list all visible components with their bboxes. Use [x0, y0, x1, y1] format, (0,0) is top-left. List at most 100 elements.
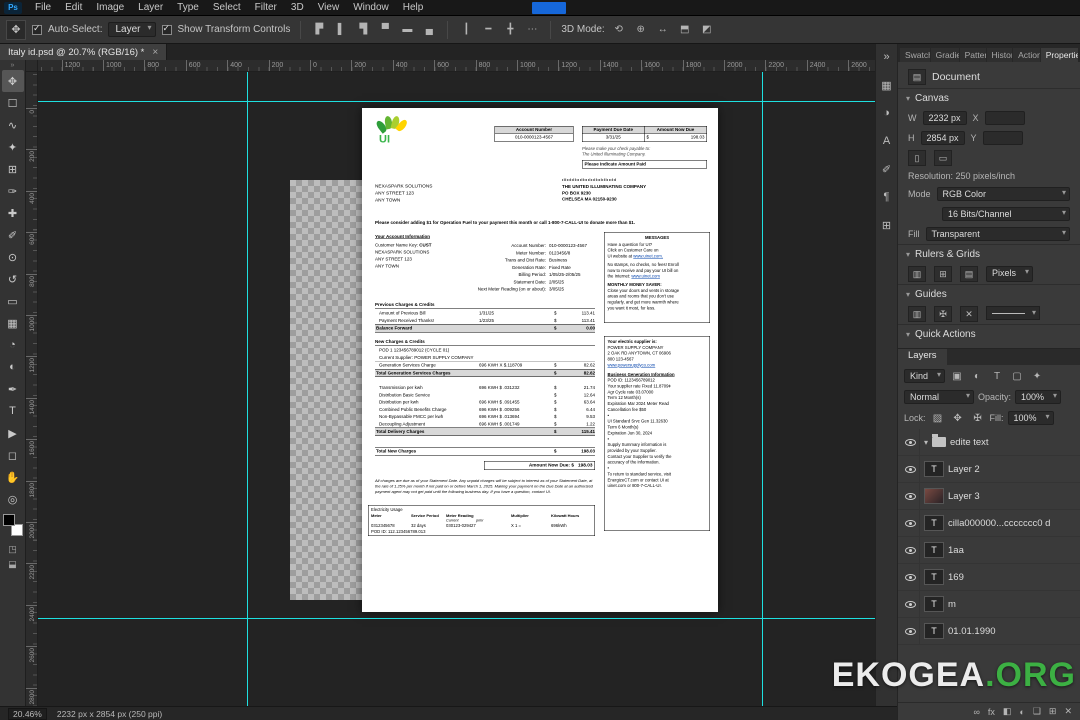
menu-item[interactable]: Layer — [131, 1, 170, 14]
layer-effects-icon[interactable]: fx — [988, 707, 995, 717]
screen-mode-icon[interactable]: ⬓ — [8, 557, 17, 572]
move-tool[interactable]: ✥ — [1, 70, 24, 92]
portrait-orientation-icon[interactable]: ▯ — [908, 150, 926, 166]
guides-section-header[interactable]: ▾ Guides — [898, 284, 1080, 304]
distribute-horizontal-icon[interactable]: ┃ — [458, 22, 474, 38]
toggle-guides-icon[interactable]: ▥ — [908, 306, 926, 322]
lock-position-icon[interactable]: ✥ — [950, 410, 966, 426]
opacity-field[interactable]: 100% — [1015, 390, 1062, 404]
adjustments-panel-icon[interactable]: ◑ — [878, 104, 896, 122]
3d-scale-icon[interactable]: ◩ — [699, 22, 715, 38]
guide-vertical[interactable] — [247, 72, 248, 706]
collapse-tools-icon[interactable]: » — [11, 62, 15, 70]
3d-roll-icon[interactable]: ⊕ — [633, 22, 649, 38]
eyedropper-tool[interactable]: ✑ — [2, 180, 24, 202]
fill-opacity-field[interactable]: 100% — [1007, 411, 1054, 425]
gradient-tool[interactable]: ▦ — [2, 312, 24, 334]
canvas-x-field[interactable] — [984, 111, 1025, 125]
layer-row[interactable]: ▾ 169 — [898, 564, 1080, 591]
spot-healing-tool[interactable]: ✚ — [2, 202, 24, 224]
lock-all-icon[interactable]: ✠ — [970, 410, 986, 426]
menu-item[interactable]: File — [28, 1, 58, 14]
vertical-ruler[interactable]: 0 200 400 600 800 1000 1200 1400 1600 18… — [26, 72, 38, 706]
adjustment-layer-icon[interactable]: ◐ — [1019, 707, 1024, 717]
visibility-eye-icon[interactable] — [902, 591, 920, 617]
visibility-eye-icon[interactable] — [902, 618, 920, 644]
distribute-vertical-icon[interactable]: ━ — [480, 22, 496, 38]
align-right-edges-icon[interactable]: ▜ — [355, 22, 371, 38]
more-options-icon[interactable]: ⋯ — [524, 22, 540, 38]
panel-tab[interactable]: Action — [1013, 48, 1040, 62]
layers-tab[interactable]: Layers — [898, 349, 947, 365]
layer-filter-kind-dropdown[interactable]: Kind — [904, 369, 946, 383]
brush-settings-panel-icon[interactable]: ✐ — [878, 160, 896, 178]
path-selection-tool[interactable]: ▶ — [2, 422, 24, 444]
filter-adjustment-layers-icon[interactable]: ◐ — [969, 368, 985, 384]
align-v-centers-icon[interactable]: ▬ — [399, 22, 415, 38]
paragraph-panel-icon[interactable]: ¶ — [878, 188, 896, 206]
lock-transparency-icon[interactable]: ▨ — [930, 410, 946, 426]
color-mode-dropdown[interactable]: RGB Color — [936, 187, 1070, 201]
visibility-eye-icon[interactable] — [902, 456, 920, 482]
bit-depth-dropdown[interactable]: 16 Bits/Channel — [942, 207, 1070, 221]
collapse-panels-icon[interactable]: » — [878, 48, 896, 66]
color-swatches[interactable] — [2, 514, 23, 536]
layer-row[interactable]: ▾ cilla000000...ccccccc0 d — [898, 510, 1080, 537]
zoom-tool[interactable]: ◎ — [2, 488, 24, 510]
visibility-eye-icon[interactable] — [902, 564, 920, 590]
brush-tool[interactable]: ✐ — [2, 224, 24, 246]
rulers-grids-section-header[interactable]: ▾ Rulers & Grids — [898, 244, 1080, 264]
blend-mode-dropdown[interactable]: Normal — [904, 390, 974, 404]
filter-type-layers-icon[interactable]: T — [989, 368, 1005, 384]
canvas-area[interactable]: UI Account Number 010-0000123-4567 Payme… — [38, 72, 875, 706]
panel-tab[interactable]: Gradie — [930, 48, 959, 62]
dodge-tool[interactable]: ◐ — [2, 356, 24, 378]
filter-smart-objects-icon[interactable]: ✦ — [1029, 368, 1045, 384]
layer-row[interactable]: ▾ edite text — [898, 429, 1080, 456]
lock-guides-icon[interactable]: ✠ — [934, 306, 952, 322]
fill-dropdown[interactable]: Transparent — [925, 227, 1070, 241]
delete-layer-icon[interactable]: ✕ — [1064, 706, 1072, 717]
marquee-tool[interactable]: ☐ — [2, 92, 24, 114]
history-brush-tool[interactable]: ↺ — [2, 268, 24, 290]
visibility-eye-icon[interactable] — [902, 510, 920, 536]
3d-drag-icon[interactable]: ↔ — [655, 22, 671, 38]
foreground-color-swatch[interactable] — [2, 514, 15, 526]
guide-vertical[interactable] — [762, 72, 763, 706]
align-bottom-edges-icon[interactable]: ▄ — [421, 22, 437, 38]
units-dropdown[interactable]: Pixels — [986, 266, 1034, 282]
close-tab-icon[interactable]: × — [152, 47, 158, 58]
snap-icon[interactable]: ▤ — [960, 266, 978, 282]
new-group-icon[interactable]: ❑ — [1033, 706, 1041, 717]
horizontal-ruler[interactable]: 1200 1000 800 600 400 200 0 200 400 600 … — [38, 60, 875, 72]
layer-row[interactable]: ▾ Layer 3 — [898, 483, 1080, 510]
menu-item[interactable]: View — [311, 1, 347, 14]
eraser-tool[interactable]: ▭ — [2, 290, 24, 312]
panel-tab[interactable]: Swatch — [900, 48, 930, 62]
canvas-height-field[interactable]: 2854 px — [920, 131, 965, 145]
distribute-spacing-icon[interactable]: ╋ — [502, 22, 518, 38]
type-tool[interactable]: T — [2, 400, 24, 422]
auto-select-target-dropdown[interactable]: Layer — [108, 22, 156, 37]
visibility-eye-icon[interactable] — [902, 429, 920, 455]
align-left-edges-icon[interactable]: ▛ — [311, 22, 327, 38]
guide-style-dropdown[interactable] — [986, 306, 1040, 320]
zoom-level-field[interactable]: 20.46% — [8, 707, 47, 720]
layer-mask-icon[interactable]: ◧ — [1003, 706, 1012, 717]
lasso-tool[interactable]: ∿ — [2, 114, 24, 136]
filter-shape-layers-icon[interactable]: ▢ — [1009, 368, 1025, 384]
landscape-orientation-icon[interactable]: ▭ — [934, 150, 952, 166]
menu-item[interactable]: Help — [396, 1, 431, 14]
layer-row[interactable]: ▾ 1aa — [898, 537, 1080, 564]
align-h-centers-icon[interactable]: ▌ — [333, 22, 349, 38]
color-panel-icon[interactable]: ▦ — [878, 76, 896, 94]
menu-item[interactable]: Edit — [58, 1, 89, 14]
layer-row[interactable]: ▾ m — [898, 591, 1080, 618]
clone-stamp-tool[interactable]: ⊙ — [2, 246, 24, 268]
show-transform-checkbox[interactable] — [161, 23, 172, 35]
hand-tool[interactable]: ✋ — [2, 466, 24, 488]
group-caret-icon[interactable]: ▾ — [924, 438, 928, 447]
toggle-grid-icon[interactable]: ⊞ — [934, 266, 952, 282]
align-top-edges-icon[interactable]: ▀ — [377, 22, 393, 38]
document-tab[interactable]: Italy id.psd @ 20.7% (RGB/16) * × — [0, 44, 168, 60]
